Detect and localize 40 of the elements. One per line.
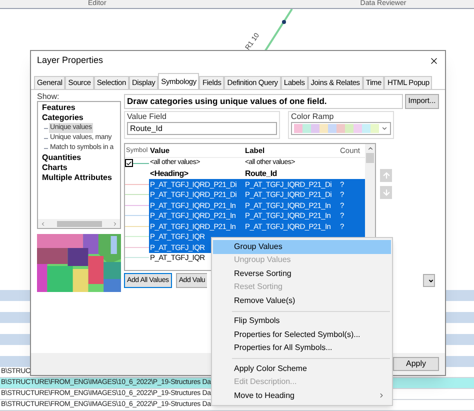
close-icon[interactable]: [429, 56, 439, 66]
tree-item[interactable]: Categories: [41, 113, 84, 123]
show-label: Show:: [37, 92, 60, 101]
menu-item[interactable]: Flip Symbols: [213, 314, 391, 328]
checkbox[interactable]: [125, 159, 133, 168]
field-label: Color Ramp: [291, 112, 335, 122]
scroll-thumb[interactable]: [56, 220, 102, 226]
description-text: Draw categories using unique values of one field.: [124, 94, 403, 108]
menu-item[interactable]: Group Values: [213, 240, 391, 254]
tree-item[interactable]: Charts: [41, 163, 68, 173]
tree-item[interactable]: Quantities: [41, 153, 82, 163]
color-ramp-select[interactable]: [291, 122, 391, 135]
chevron-icon: [381, 125, 388, 132]
tree-item[interactable]: Multiple Attributes: [41, 173, 113, 183]
arrow-up-icon: [382, 171, 390, 180]
arrow-down-icon: [382, 188, 390, 197]
move-up-button[interactable]: [380, 169, 392, 182]
scroll-right-icon: [112, 220, 118, 226]
value-field-select[interactable]: Route_Id: [127, 122, 277, 135]
check-icon: [126, 160, 132, 167]
caret-icon: [428, 278, 434, 284]
table-cell-text: Route_Id: [244, 168, 278, 180]
menu-item[interactable]: Remove Value(s): [213, 294, 391, 308]
apply-button[interactable]: Apply: [393, 357, 439, 371]
menu-item[interactable]: Apply Color Scheme: [213, 362, 391, 376]
tree-item[interactable]: Features: [41, 103, 76, 113]
scroll-up-icon: [366, 145, 374, 152]
menu-item[interactable]: Properties for Selected Symbol(s)...: [213, 328, 391, 342]
move-down-button[interactable]: [380, 186, 392, 199]
menu-item[interactable]: Move to Heading: [213, 389, 391, 402]
symbol-line: [133, 162, 149, 164]
menu-item[interactable]: Reverse Sorting: [213, 267, 391, 280]
field-label: Value Field: [127, 112, 168, 122]
menu-item[interactable]: Properties for All Symbols...: [213, 342, 391, 355]
scroll-thumb[interactable]: [366, 153, 374, 163]
table-cell-text: <Heading>: [149, 168, 190, 180]
scroll-left-icon: [40, 220, 46, 226]
horizontal-scrollbar[interactable]: [38, 219, 120, 228]
dropdown-button[interactable]: [423, 274, 435, 287]
window-title: Layer Properties: [37, 54, 104, 68]
